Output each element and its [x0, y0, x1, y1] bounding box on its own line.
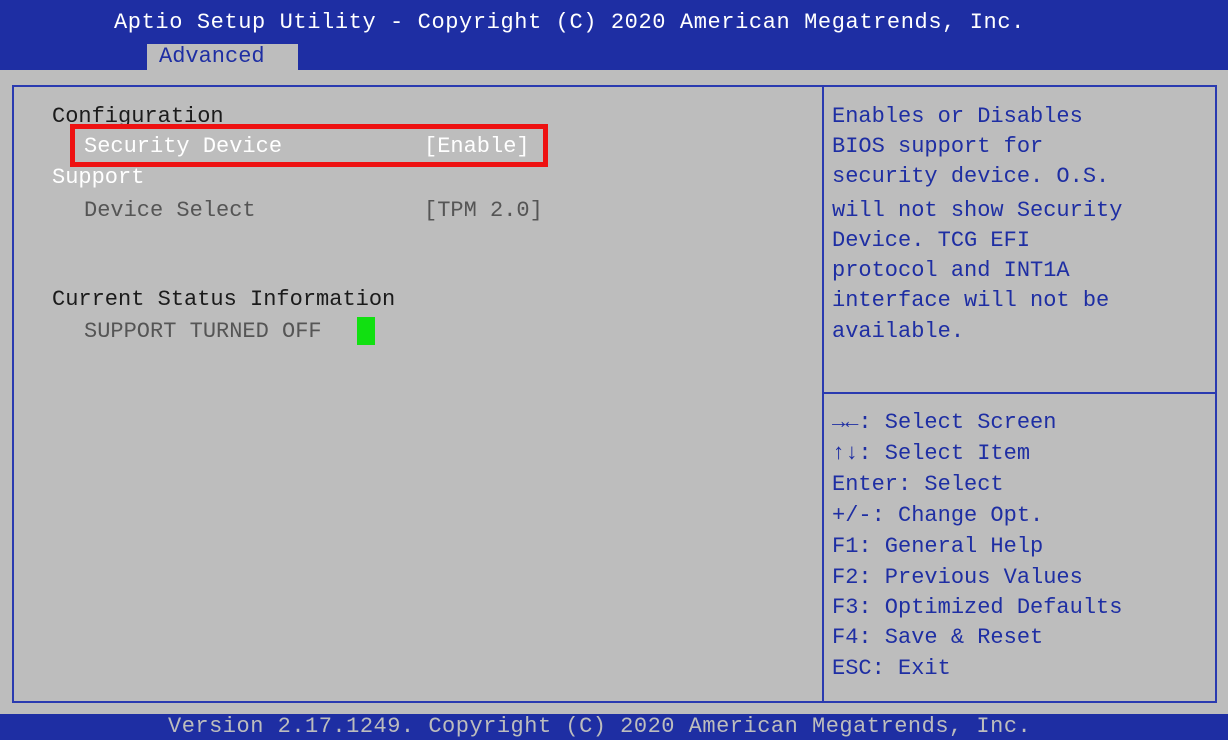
key-help-item: +/-: Change Opt.: [832, 503, 1044, 528]
help-line: available.: [832, 319, 965, 344]
help-line: security device. O.S.: [832, 164, 1110, 189]
title-bar: Aptio Setup Utility - Copyright (C) 2020…: [0, 0, 1228, 70]
help-line: Enables or Disables: [832, 104, 1083, 129]
help-line: will not show Security: [832, 198, 1123, 223]
footer-bar: Version 2.17.1249. Copyright (C) 2020 Am…: [0, 714, 1228, 740]
help-divider: [824, 392, 1217, 394]
key-help-item: Enter: Select: [832, 472, 1004, 497]
key-help-item: F2: Previous Values: [832, 565, 1083, 590]
help-line: Device. TCG EFI: [832, 228, 1031, 253]
key-help-item: F4: Save & Reset: [832, 625, 1044, 650]
help-line: interface will not be: [832, 288, 1110, 313]
tab-advanced[interactable]: Advanced: [145, 42, 300, 70]
key-help-item: →←: Select Screen: [832, 410, 1057, 435]
support-label: Support: [52, 165, 145, 190]
device-select-value[interactable]: [TPM 2.0]: [424, 197, 543, 225]
version-text: Version 2.17.1249. Copyright (C) 2020 Am…: [168, 714, 1032, 739]
help-line: BIOS support for: [832, 134, 1044, 159]
text-cursor: [357, 317, 375, 345]
highlight-outline: [70, 124, 548, 167]
app-title: Aptio Setup Utility - Copyright (C) 2020…: [114, 10, 1025, 35]
help-line: protocol and INT1A: [832, 258, 1070, 283]
key-help-item: ↑↓: Select Item: [832, 441, 1031, 466]
device-select-label[interactable]: Device Select: [84, 197, 256, 225]
key-help-item: F1: General Help: [832, 534, 1044, 559]
key-help-item: ESC: Exit: [832, 656, 951, 681]
key-help-item: F3: Optimized Defaults: [832, 595, 1123, 620]
panel-divider: [822, 85, 824, 703]
section-current-status: Current Status Information: [52, 287, 396, 312]
status-text: SUPPORT TURNED OFF: [84, 319, 322, 344]
